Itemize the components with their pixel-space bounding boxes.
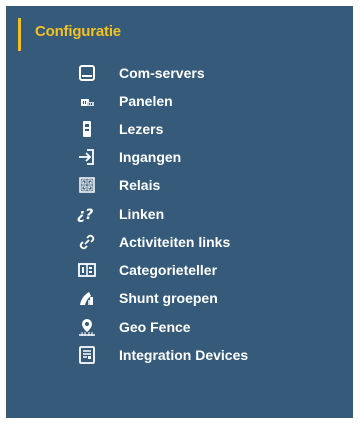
relay-grid-icon — [76, 174, 98, 196]
menu-item-geo-fence[interactable]: Geo Fence — [76, 315, 346, 339]
shunt-group-icon — [76, 287, 98, 309]
menu-item-com-servers[interactable]: Com-servers — [76, 61, 346, 85]
reader-device-icon — [76, 118, 98, 140]
menu-item-linken[interactable]: ¿? Linken — [76, 202, 346, 226]
menu-item-label: Panelen — [119, 93, 173, 109]
selected-section-indicator — [18, 18, 21, 51]
menu-item-label: Activiteiten links — [119, 234, 231, 250]
input-arrow-icon — [76, 146, 98, 168]
menu-item-label: Linken — [119, 206, 165, 222]
svg-text:¿?: ¿? — [77, 207, 93, 223]
section-title[interactable]: Configuratie — [35, 23, 121, 40]
menu-item-label: Lezers — [119, 121, 164, 137]
menu-item-label: Categorieteller — [119, 262, 218, 278]
configuration-panel: Configuratie Com-servers Panelen Lezers … — [0, 0, 362, 423]
menu-item-label: Integration Devices — [119, 347, 249, 363]
panel-board-icon — [76, 90, 98, 112]
chain-link-icon — [76, 231, 98, 253]
menu-item-label: Com-servers — [119, 65, 205, 81]
menu-item-label: Geo Fence — [119, 319, 191, 335]
menu-item-shunt-groepen[interactable]: Shunt groepen — [76, 286, 346, 310]
menu-item-panelen[interactable]: Panelen — [76, 89, 346, 113]
geo-fence-icon — [76, 316, 98, 338]
category-counter-icon — [76, 259, 98, 281]
menu-item-label: Ingangen — [119, 149, 182, 165]
menu-item-categorieteller[interactable]: Categorieteller — [76, 258, 346, 282]
menu-item-relais[interactable]: Relais — [76, 173, 346, 197]
menu-item-ingangen[interactable]: Ingangen — [76, 145, 346, 169]
menu-item-activiteiten-links[interactable]: Activiteiten links — [76, 230, 346, 254]
menu-item-lezers[interactable]: Lezers — [76, 117, 346, 141]
integration-device-icon — [76, 344, 98, 366]
menu-item-integration-devices[interactable]: Integration Devices — [76, 343, 346, 367]
configuration-menu: Configuratie Com-servers Panelen Lezers … — [6, 6, 353, 418]
menu-item-label: Shunt groepen — [119, 290, 218, 306]
question-link-icon: ¿? — [76, 203, 98, 225]
menu-item-label: Relais — [119, 177, 161, 193]
server-box-icon — [76, 62, 98, 84]
